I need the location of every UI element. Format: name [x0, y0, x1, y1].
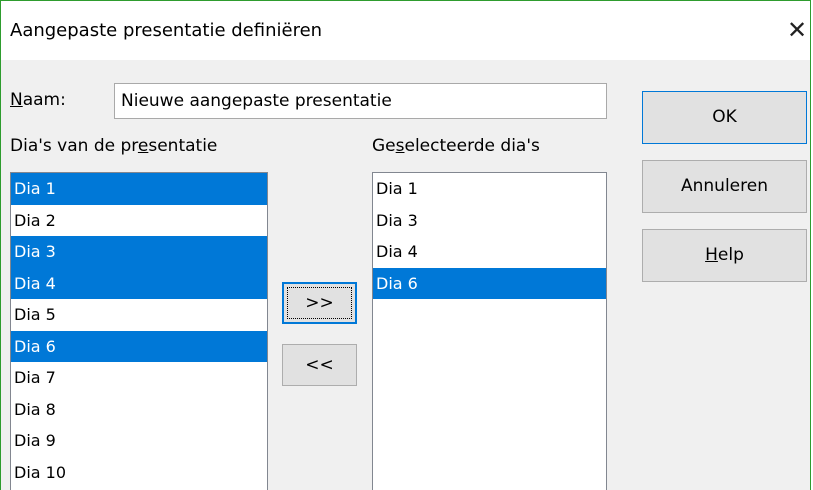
list-item[interactable]: Dia 3 [11, 236, 267, 268]
list-item[interactable]: Dia 4 [11, 267, 267, 299]
list-item[interactable]: Dia 6 [11, 330, 267, 362]
ok-label: OK [712, 107, 737, 127]
list-item[interactable]: Dia 7 [11, 362, 267, 394]
add-slides-button[interactable]: >> [282, 282, 357, 324]
custom-slideshow-dialog: Aangepaste presentatie definiëren ✕ Naam… [0, 0, 811, 490]
help-button[interactable]: Help [642, 229, 807, 282]
source-list-label: Dia's van de presentatie [10, 136, 218, 156]
list-item[interactable]: Dia 9 [11, 425, 267, 457]
list-item[interactable]: Dia 2 [11, 205, 267, 237]
window-title: Aangepaste presentatie definiëren [10, 20, 323, 41]
focus-indicator [287, 287, 352, 319]
list-item[interactable]: Dia 3 [373, 205, 606, 237]
list-item[interactable]: Dia 1 [11, 173, 267, 205]
source-slides-list[interactable]: Dia 1 Dia 2 Dia 3 Dia 4 Dia 5 Dia 6 Dia 7 Dia 8… [10, 172, 268, 490]
title-bar[interactable]: Aangepaste presentatie definiëren ✕ [1, 1, 810, 60]
list-item[interactable]: Dia 6 [373, 267, 606, 299]
remove-slides-button[interactable]: << [282, 344, 357, 386]
list-item[interactable]: Dia 10 [11, 457, 267, 489]
close-icon[interactable]: ✕ [782, 13, 810, 47]
list-item[interactable]: Dia 5 [11, 299, 267, 331]
name-input[interactable] [114, 83, 607, 119]
name-label: Naam: [10, 90, 66, 110]
remove-slides-label: << [305, 355, 334, 375]
selected-list-label: Geselecteerde dia's [372, 136, 540, 156]
ok-button[interactable]: OK [642, 91, 807, 144]
cancel-button[interactable]: Annuleren [642, 160, 807, 213]
list-item[interactable]: Dia 1 [373, 173, 606, 205]
help-label: Help [705, 245, 744, 265]
list-item[interactable]: Dia 8 [11, 394, 267, 426]
cancel-label: Annuleren [681, 176, 768, 196]
list-item[interactable]: Dia 4 [373, 236, 606, 268]
selected-slides-list[interactable]: Dia 1 Dia 3 Dia 4 Dia 6 [372, 172, 607, 490]
